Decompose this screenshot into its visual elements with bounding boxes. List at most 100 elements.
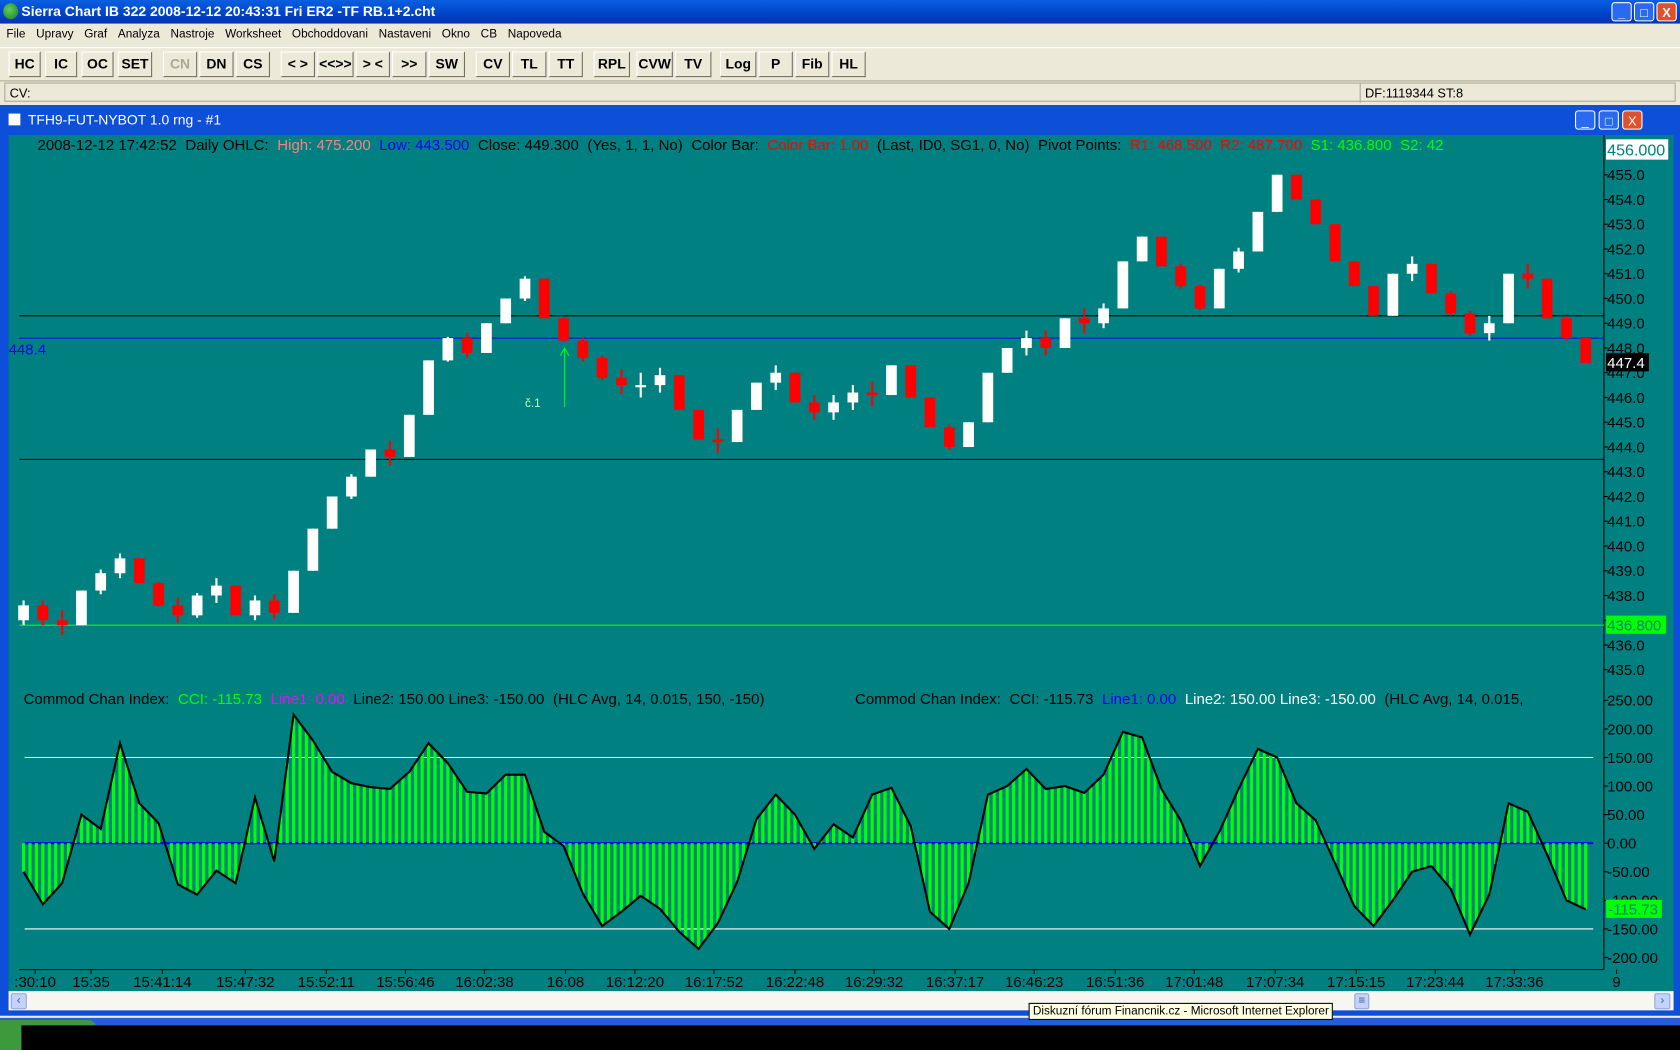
candle-down xyxy=(693,409,704,440)
cci-tick-label: 0.00 xyxy=(1607,836,1636,853)
candle-up xyxy=(423,360,434,415)
time-tick-label: 15:56:46 xyxy=(376,974,434,991)
candle-down xyxy=(1040,338,1052,349)
candle-up xyxy=(1406,263,1418,274)
price-tick-label: 451.0 xyxy=(1607,266,1645,283)
candle-down xyxy=(1464,313,1476,334)
cci-header-1-item: Line1: 0.00 xyxy=(270,690,345,708)
price-tick-label: 442.0 xyxy=(1607,489,1645,506)
candle-down xyxy=(596,357,608,378)
cci-tick-label: 100.00 xyxy=(1607,778,1653,795)
time-tick-label: 15:35 xyxy=(72,974,110,991)
time-tick-label: 17:23:44 xyxy=(1406,974,1464,991)
candle-up xyxy=(731,409,743,443)
candle-up xyxy=(288,570,299,613)
time-tick-label: 16:51:36 xyxy=(1086,974,1144,991)
cci-header-1-item: (HLC Avg, 14, 0.015, 150, -150) xyxy=(552,690,765,708)
candle-up xyxy=(1021,338,1032,349)
cci-line xyxy=(22,711,1587,951)
candle-down xyxy=(1541,278,1553,319)
time-tick-label: 17:15:15 xyxy=(1327,974,1385,991)
price-tick-label: 435.0 xyxy=(1607,662,1645,679)
candle-up xyxy=(1387,273,1399,316)
candle-up xyxy=(1271,174,1283,212)
candle-down xyxy=(943,427,955,448)
cci-tick-label: 50.00 xyxy=(1607,807,1645,824)
time-tick-label: 17:01:48 xyxy=(1165,974,1223,991)
candle-down xyxy=(1175,266,1187,287)
candle-up xyxy=(365,449,377,477)
price-tick-label: 439.0 xyxy=(1607,563,1645,580)
price-tick-label: 440.0 xyxy=(1607,538,1645,555)
price-tick-label: 452.0 xyxy=(1607,241,1645,258)
candle-up xyxy=(982,372,994,423)
candle-up xyxy=(18,605,29,621)
candle-down xyxy=(1156,236,1167,267)
candle-down xyxy=(230,585,242,616)
candle-down xyxy=(538,278,550,319)
candle-up xyxy=(211,585,222,596)
candle-down xyxy=(712,439,724,443)
cci-header-2-item: (HLC Avg, 14, 0.015, xyxy=(1384,690,1524,708)
candle-up xyxy=(770,372,782,383)
time-tick-label: 16:22:48 xyxy=(766,974,824,991)
candle-down xyxy=(1580,338,1592,363)
candle-down xyxy=(1348,261,1360,287)
candle-up xyxy=(886,365,897,396)
candle-up xyxy=(442,338,454,361)
price-header-item: S1: 436.800 xyxy=(1310,136,1392,154)
scroll-right-button[interactable]: › xyxy=(1654,993,1671,1010)
time-tick-label: 16:08 xyxy=(547,974,585,991)
candle-up xyxy=(95,573,107,591)
candle-up xyxy=(1136,236,1148,262)
candle-up xyxy=(654,375,666,386)
price-header-item: Pivot Points: xyxy=(1038,136,1122,154)
candle-up xyxy=(1233,251,1244,269)
price-header-item: Color Bar: 1.00 xyxy=(767,136,869,154)
candle-down xyxy=(789,372,801,403)
scroll-left-button[interactable]: ‹ xyxy=(10,993,27,1010)
time-tick-label: 16:46:23 xyxy=(1005,974,1063,991)
candle-down xyxy=(268,600,280,613)
candle-down xyxy=(866,392,878,396)
candle-up xyxy=(249,600,261,616)
candle-up xyxy=(346,476,357,497)
cci-tick-label: -200.00 xyxy=(1607,950,1658,967)
candle-up xyxy=(1503,273,1514,324)
s1-price-label: 436.800 xyxy=(1607,618,1661,635)
candle-up xyxy=(1252,211,1264,252)
price-tick-label: 445.0 xyxy=(1607,415,1645,432)
candle-down xyxy=(905,365,917,398)
time-tick-label: :30:10 xyxy=(14,974,56,991)
candle-up xyxy=(635,385,647,388)
candle-up xyxy=(847,392,859,403)
cci-tick-label: 200.00 xyxy=(1607,721,1653,738)
time-tick-label: 16:12:20 xyxy=(606,974,664,991)
candle-up xyxy=(307,528,319,571)
price-header-item: (Last, ID0, SG1, 0, No) xyxy=(876,136,1030,154)
price-header-item: 2008-12-12 17:42:52 xyxy=(37,136,177,154)
price-header: 2008-12-12 17:42:52 Daily OHLC: High: 475.… xyxy=(38,136,1453,153)
cci-header-2-item: Commod Chan Index: xyxy=(855,690,1001,708)
horizontal-scrollbar[interactable]: ‹ ≡ › xyxy=(8,991,1674,1011)
tooltip: Diskuzní fórum Financnik.cz - Microsoft … xyxy=(1028,1002,1334,1021)
price-header-item: R1: 468.500 xyxy=(1129,136,1212,154)
candle-down xyxy=(384,449,396,457)
candle-up xyxy=(828,402,839,413)
candle-up xyxy=(1059,318,1071,349)
time-tick-label: 15:41:14 xyxy=(133,974,191,991)
candle-up xyxy=(963,422,974,448)
candle-down xyxy=(461,338,473,353)
taskbar-items xyxy=(21,1025,1680,1050)
scroll-thumb[interactable]: ≡ xyxy=(1354,993,1370,1010)
candle-down xyxy=(172,605,184,616)
candle-up xyxy=(1117,261,1129,309)
candle-down xyxy=(808,402,820,413)
annotation-text[interactable]: č.1 xyxy=(525,398,541,411)
candle-down xyxy=(1078,318,1090,324)
candle-down xyxy=(1291,174,1302,200)
candle-down xyxy=(1561,318,1572,339)
cci-header-2-item: Line2: 150.00 Line3: -150.00 xyxy=(1184,690,1376,708)
candle-down xyxy=(577,340,589,358)
cci-header-2-item: Line1: 0.00 xyxy=(1101,690,1177,708)
